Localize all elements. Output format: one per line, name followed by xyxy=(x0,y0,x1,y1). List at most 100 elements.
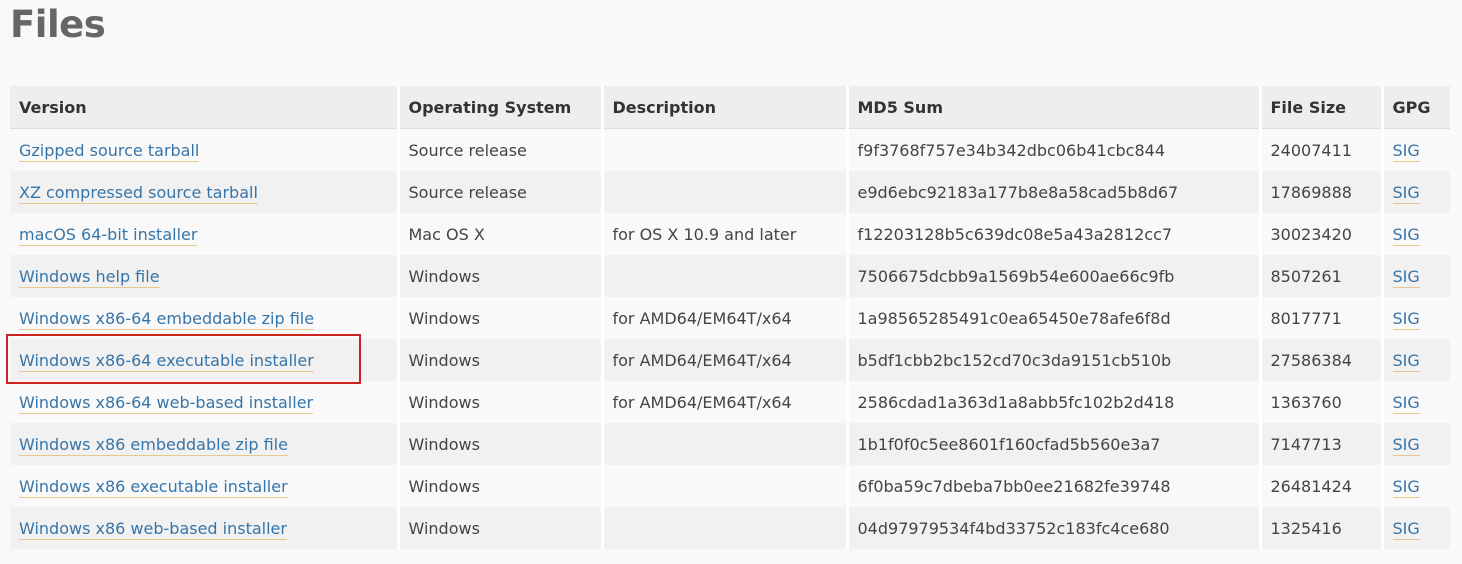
description-cell xyxy=(602,171,849,213)
md5-cell: 1a98565285491c0ea65450e78afe6f8d xyxy=(847,297,1262,339)
file-size-cell: 26481424 xyxy=(1260,465,1384,507)
download-link[interactable]: Windows x86-64 web-based installer xyxy=(19,392,314,414)
md5-cell: e9d6ebc92183a177b8e8a58cad5b8d67 xyxy=(847,171,1262,213)
download-link[interactable]: XZ compressed source tarball xyxy=(19,182,258,204)
download-link[interactable]: Windows x86 executable installer xyxy=(19,476,288,498)
sig-link[interactable]: SIG xyxy=(1392,434,1420,456)
sig-link[interactable]: SIG xyxy=(1392,476,1420,498)
file-size-cell: 8507261 xyxy=(1260,255,1384,297)
os-cell: Mac OS X xyxy=(398,213,604,255)
md5-cell: 6f0ba59c7dbeba7bb0ee21682fe39748 xyxy=(847,465,1262,507)
files-table-header: Version Operating System Description MD5… xyxy=(10,86,1450,129)
table-row: Windows x86 web-based installer Windows … xyxy=(10,507,1450,549)
md5-cell: f12203128b5c639dc08e5a43a2812cc7 xyxy=(847,213,1262,255)
description-cell xyxy=(602,255,849,297)
column-header-version: Version xyxy=(10,86,400,129)
column-header-gpg: GPG xyxy=(1382,86,1450,129)
description-cell: for OS X 10.9 and later xyxy=(602,213,849,255)
files-table: Version Operating System Description MD5… xyxy=(10,86,1450,549)
version-cell: XZ compressed source tarball xyxy=(10,171,400,213)
download-link[interactable]: Gzipped source tarball xyxy=(19,140,200,162)
download-link[interactable]: Windows help file xyxy=(19,266,160,288)
description-cell xyxy=(602,507,849,549)
md5-cell: 7506675dcbb9a1569b54e600ae66c9fb xyxy=(847,255,1262,297)
sig-link[interactable]: SIG xyxy=(1392,224,1420,246)
description-cell xyxy=(602,423,849,465)
files-page: Files Version Operating System Descripti… xyxy=(0,0,1462,564)
download-link[interactable]: macOS 64-bit installer xyxy=(19,224,198,246)
column-header-file-size: File Size xyxy=(1260,86,1384,129)
download-link[interactable]: Windows x86-64 embeddable zip file xyxy=(19,308,315,330)
os-cell: Windows xyxy=(398,507,604,549)
sig-link[interactable]: SIG xyxy=(1392,182,1420,204)
file-size-cell: 1325416 xyxy=(1260,507,1384,549)
download-link[interactable]: Windows x86 embeddable zip file xyxy=(19,434,288,456)
description-cell xyxy=(602,465,849,507)
description-cell xyxy=(602,128,849,171)
file-size-cell: 8017771 xyxy=(1260,297,1384,339)
table-row: XZ compressed source tarball Source rele… xyxy=(10,171,1450,213)
gpg-cell: SIG xyxy=(1382,507,1450,549)
download-link[interactable]: Windows x86 web-based installer xyxy=(19,518,287,540)
gpg-cell: SIG xyxy=(1382,255,1450,297)
md5-cell: 04d97979534f4bd33752c183fc4ce680 xyxy=(847,507,1262,549)
md5-cell: b5df1cbb2bc152cd70c3da9151cb510b xyxy=(847,339,1262,381)
version-cell: Windows x86-64 embeddable zip file xyxy=(10,297,400,339)
file-size-cell: 7147713 xyxy=(1260,423,1384,465)
table-row: Windows x86-64 web-based installer Windo… xyxy=(10,381,1450,423)
description-cell: for AMD64/EM64T/x64 xyxy=(602,297,849,339)
version-cell: Windows x86 executable installer xyxy=(10,465,400,507)
os-cell: Windows xyxy=(398,423,604,465)
gpg-cell: SIG xyxy=(1382,381,1450,423)
file-size-cell: 24007411 xyxy=(1260,128,1384,171)
sig-link[interactable]: SIG xyxy=(1392,350,1420,372)
sig-link[interactable]: SIG xyxy=(1392,308,1420,330)
gpg-cell: SIG xyxy=(1382,171,1450,213)
column-header-os: Operating System xyxy=(398,86,604,129)
download-link[interactable]: Windows x86-64 executable installer xyxy=(19,350,314,372)
os-cell: Source release xyxy=(398,128,604,171)
table-row: Windows x86 executable installer Windows… xyxy=(10,465,1450,507)
table-row: Windows help file Windows 7506675dcbb9a1… xyxy=(10,255,1450,297)
os-cell: Windows xyxy=(398,255,604,297)
version-cell: Windows x86-64 web-based installer xyxy=(10,381,400,423)
sig-link[interactable]: SIG xyxy=(1392,518,1420,540)
header-row: Version Operating System Description MD5… xyxy=(10,86,1450,129)
gpg-cell: SIG xyxy=(1382,128,1450,171)
file-size-cell: 1363760 xyxy=(1260,381,1384,423)
gpg-cell: SIG xyxy=(1382,297,1450,339)
os-cell: Windows xyxy=(398,381,604,423)
md5-cell: 1b1f0f0c5ee8601f160cfad5b560e3a7 xyxy=(847,423,1262,465)
os-cell: Windows xyxy=(398,297,604,339)
sig-link[interactable]: SIG xyxy=(1392,266,1420,288)
os-cell: Source release xyxy=(398,171,604,213)
version-cell: macOS 64-bit installer xyxy=(10,213,400,255)
sig-link[interactable]: SIG xyxy=(1392,140,1420,162)
version-cell: Windows x86 embeddable zip file xyxy=(10,423,400,465)
table-row: Windows x86-64 executable installer Wind… xyxy=(10,339,1450,381)
table-row: Windows x86-64 embeddable zip file Windo… xyxy=(10,297,1450,339)
gpg-cell: SIG xyxy=(1382,339,1450,381)
version-cell: Windows help file xyxy=(10,255,400,297)
table-row: Windows x86 embeddable zip file Windows … xyxy=(10,423,1450,465)
gpg-cell: SIG xyxy=(1382,423,1450,465)
description-cell: for AMD64/EM64T/x64 xyxy=(602,339,849,381)
table-row: Gzipped source tarball Source release f9… xyxy=(10,128,1450,171)
file-size-cell: 27586384 xyxy=(1260,339,1384,381)
file-size-cell: 17869888 xyxy=(1260,171,1384,213)
md5-cell: f9f3768f757e34b342dbc06b41cbc844 xyxy=(847,128,1262,171)
os-cell: Windows xyxy=(398,339,604,381)
column-header-md5: MD5 Sum xyxy=(847,86,1262,129)
page-title: Files xyxy=(10,3,106,46)
gpg-cell: SIG xyxy=(1382,213,1450,255)
md5-cell: 2586cdad1a363d1a8abb5fc102b2d418 xyxy=(847,381,1262,423)
version-cell: Gzipped source tarball xyxy=(10,128,400,171)
files-table-body: Gzipped source tarball Source release f9… xyxy=(10,128,1450,549)
file-size-cell: 30023420 xyxy=(1260,213,1384,255)
os-cell: Windows xyxy=(398,465,604,507)
sig-link[interactable]: SIG xyxy=(1392,392,1420,414)
column-header-description: Description xyxy=(602,86,849,129)
table-row: macOS 64-bit installer Mac OS X for OS X… xyxy=(10,213,1450,255)
gpg-cell: SIG xyxy=(1382,465,1450,507)
version-cell: Windows x86-64 executable installer xyxy=(10,339,400,381)
